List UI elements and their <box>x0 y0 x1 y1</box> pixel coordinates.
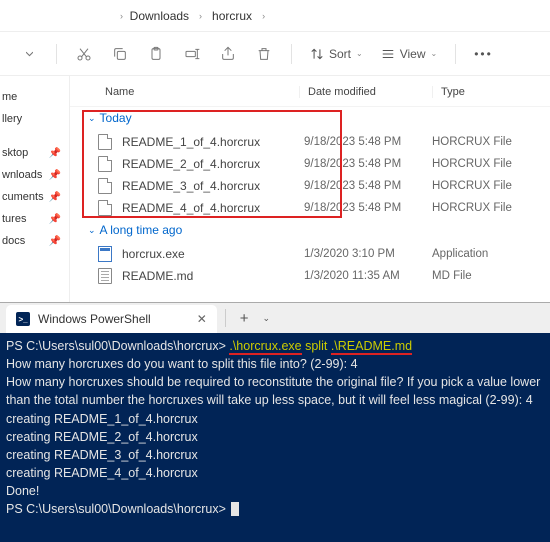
file-date: 9/18/2023 5:48 PM <box>304 180 432 192</box>
caret-down-icon: ⌄ <box>88 225 96 236</box>
file-icon <box>98 246 112 262</box>
file-date: 9/18/2023 5:48 PM <box>304 202 432 214</box>
file-row[interactable]: README_2_of_4.horcrux9/18/2023 5:48 PMHO… <box>70 153 550 175</box>
file-type: MD File <box>432 270 472 282</box>
file-row[interactable]: README_1_of_4.horcrux9/18/2023 5:48 PMHO… <box>70 131 550 153</box>
chevron-right-icon: › <box>262 11 265 21</box>
file-icon <box>98 156 112 172</box>
sort-button[interactable]: Sort ⌄ <box>310 47 363 61</box>
header-name[interactable]: Name <box>70 86 300 98</box>
column-headers: Name Date modified Type <box>70 76 550 107</box>
chevron-down-icon: ⌄ <box>431 49 438 58</box>
terminal: >_ Windows PowerShell ✕ + ⌄ PS C:\Users\… <box>0 302 550 542</box>
file-icon <box>98 134 112 150</box>
pin-icon: 📌 <box>49 148 61 159</box>
cut-icon[interactable] <box>75 45 93 63</box>
new-menu-icon[interactable] <box>20 45 38 63</box>
file-list: Name Date modified Type ⌄ Today README_1… <box>70 76 550 302</box>
rename-icon[interactable] <box>183 45 201 63</box>
divider <box>455 44 456 64</box>
file-name: horcrux.exe <box>122 247 304 261</box>
file-icon <box>98 268 112 284</box>
sidebar-item[interactable]: cuments📌 <box>0 186 69 208</box>
file-type: HORCRUX File <box>432 180 512 192</box>
cursor <box>231 502 239 516</box>
header-date[interactable]: Date modified <box>308 86 433 98</box>
file-row[interactable]: README_3_of_4.horcrux9/18/2023 5:48 PMHO… <box>70 175 550 197</box>
sidebar-item[interactable]: llery <box>0 108 69 130</box>
file-date: 9/18/2023 5:48 PM <box>304 136 432 148</box>
sidebar-item[interactable]: tures📌 <box>0 208 69 230</box>
file-type: HORCRUX File <box>432 202 512 214</box>
tab-menu-chevron[interactable]: ⌄ <box>263 313 271 324</box>
more-button[interactable]: ••• <box>474 47 493 61</box>
crumb-horcrux[interactable]: horcrux <box>212 9 252 23</box>
terminal-tab-bar: >_ Windows PowerShell ✕ + ⌄ <box>0 303 550 333</box>
file-name: README_1_of_4.horcrux <box>122 135 304 149</box>
group-today[interactable]: ⌄ Today <box>70 107 550 131</box>
file-icon <box>98 178 112 194</box>
powershell-icon: >_ <box>16 312 30 326</box>
file-name: README_2_of_4.horcrux <box>122 157 304 171</box>
copy-icon[interactable] <box>111 45 129 63</box>
file-row[interactable]: README_4_of_4.horcrux9/18/2023 5:48 PMHO… <box>70 197 550 219</box>
file-name: README.md <box>122 269 304 283</box>
file-row[interactable]: horcrux.exe1/3/2020 3:10 PMApplication <box>70 243 550 265</box>
pin-icon: 📌 <box>49 170 61 181</box>
tab-title: Windows PowerShell <box>38 312 151 326</box>
file-type: HORCRUX File <box>432 158 512 170</box>
file-date: 1/3/2020 3:10 PM <box>304 248 432 260</box>
file-row[interactable]: README.md1/3/2020 11:35 AMMD File <box>70 265 550 287</box>
file-date: 9/18/2023 5:48 PM <box>304 158 432 170</box>
pin-icon: 📌 <box>49 236 61 247</box>
new-tab-button[interactable]: + <box>234 310 255 327</box>
file-name: README_4_of_4.horcrux <box>122 201 304 215</box>
chevron-right-icon: › <box>120 11 123 21</box>
divider <box>56 44 57 64</box>
file-icon <box>98 200 112 216</box>
share-icon[interactable] <box>219 45 237 63</box>
group-longago[interactable]: ⌄ A long time ago <box>70 219 550 243</box>
pin-icon: 📌 <box>49 192 61 203</box>
crumb-downloads[interactable]: Downloads <box>130 9 189 23</box>
sidebar: me llery sktop📌 wnloads📌 cuments📌 tures📌… <box>0 76 70 302</box>
view-label: View <box>400 47 426 61</box>
view-button[interactable]: View ⌄ <box>381 47 438 61</box>
sidebar-item[interactable]: sktop📌 <box>0 142 69 164</box>
sidebar-item[interactable]: docs📌 <box>0 230 69 252</box>
divider <box>291 44 292 64</box>
pin-icon: 📌 <box>49 214 61 225</box>
file-date: 1/3/2020 11:35 AM <box>304 270 432 282</box>
sidebar-item[interactable]: wnloads📌 <box>0 164 69 186</box>
terminal-tab[interactable]: >_ Windows PowerShell ✕ <box>6 305 217 333</box>
sort-label: Sort <box>329 47 351 61</box>
file-type: Application <box>432 248 488 260</box>
delete-icon[interactable] <box>255 45 273 63</box>
sidebar-item[interactable]: me <box>0 86 69 108</box>
terminal-output[interactable]: PS C:\Users\sul00\Downloads\horcrux> .\h… <box>0 333 550 522</box>
chevron-right-icon: › <box>199 11 202 21</box>
breadcrumb[interactable]: › Downloads › horcrux › <box>0 0 550 32</box>
close-tab-icon[interactable]: ✕ <box>197 312 207 326</box>
paste-icon[interactable] <box>147 45 165 63</box>
chevron-down-icon: ⌄ <box>356 49 363 58</box>
header-type[interactable]: Type <box>441 86 550 98</box>
toolbar: Sort ⌄ View ⌄ ••• <box>0 32 550 76</box>
file-name: README_3_of_4.horcrux <box>122 179 304 193</box>
caret-down-icon: ⌄ <box>88 113 96 124</box>
file-type: HORCRUX File <box>432 136 512 148</box>
